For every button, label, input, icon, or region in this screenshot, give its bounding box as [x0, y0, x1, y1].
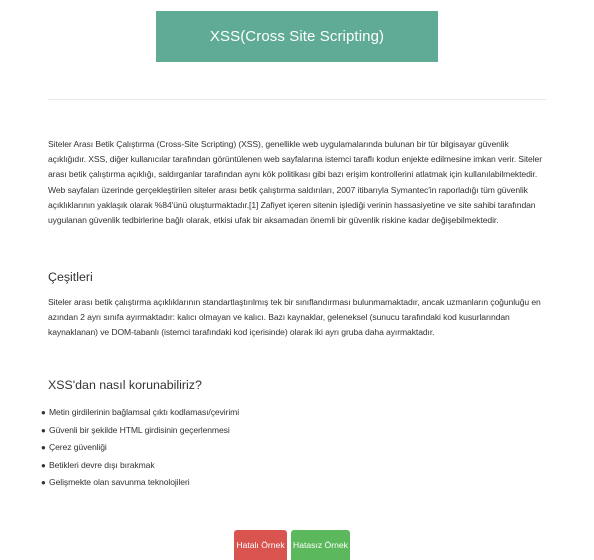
divider — [48, 99, 546, 100]
types-paragraph: Siteler arası betik çalıştırma açıklıkla… — [48, 297, 541, 338]
bullet-icon: ● — [41, 425, 46, 435]
protection-list: ● Metin girdilerinin bağlamsal çıktı kodl… — [41, 404, 239, 492]
page-title: XSS(Cross Site Scripting) — [209, 28, 385, 45]
list-item: ● Çerez güvenliği — [41, 439, 239, 457]
protection-heading: XSS'dan nasıl korunabiliriz? — [48, 378, 202, 392]
bullet-icon: ● — [41, 443, 46, 453]
bullet-icon: ● — [41, 478, 46, 488]
bullet-icon: ● — [41, 408, 46, 417]
page-title-banner: XSS(Cross Site Scripting) — [156, 11, 438, 62]
list-item: ● Gelişmekte olan savunma teknolojileri — [41, 474, 239, 492]
intro-paragraph: Siteler Arası Betik Çalıştırma (Cross-Si… — [48, 139, 542, 226]
bad-example-button[interactable]: Hatalı Örnek — [234, 530, 287, 560]
bullet-icon: ● — [41, 460, 46, 470]
list-item: ● Betikleri devre dışı bırakmak — [41, 457, 239, 475]
list-item: ● Metin girdilerinin bağlamsal çıktı kodl… — [41, 404, 239, 422]
good-example-button[interactable]: Hatasız Örnek — [291, 530, 350, 560]
types-heading: Çeşitleri — [48, 270, 93, 284]
list-item: ● Güvenli bir şekilde HTML girdisinin geç… — [41, 422, 239, 440]
